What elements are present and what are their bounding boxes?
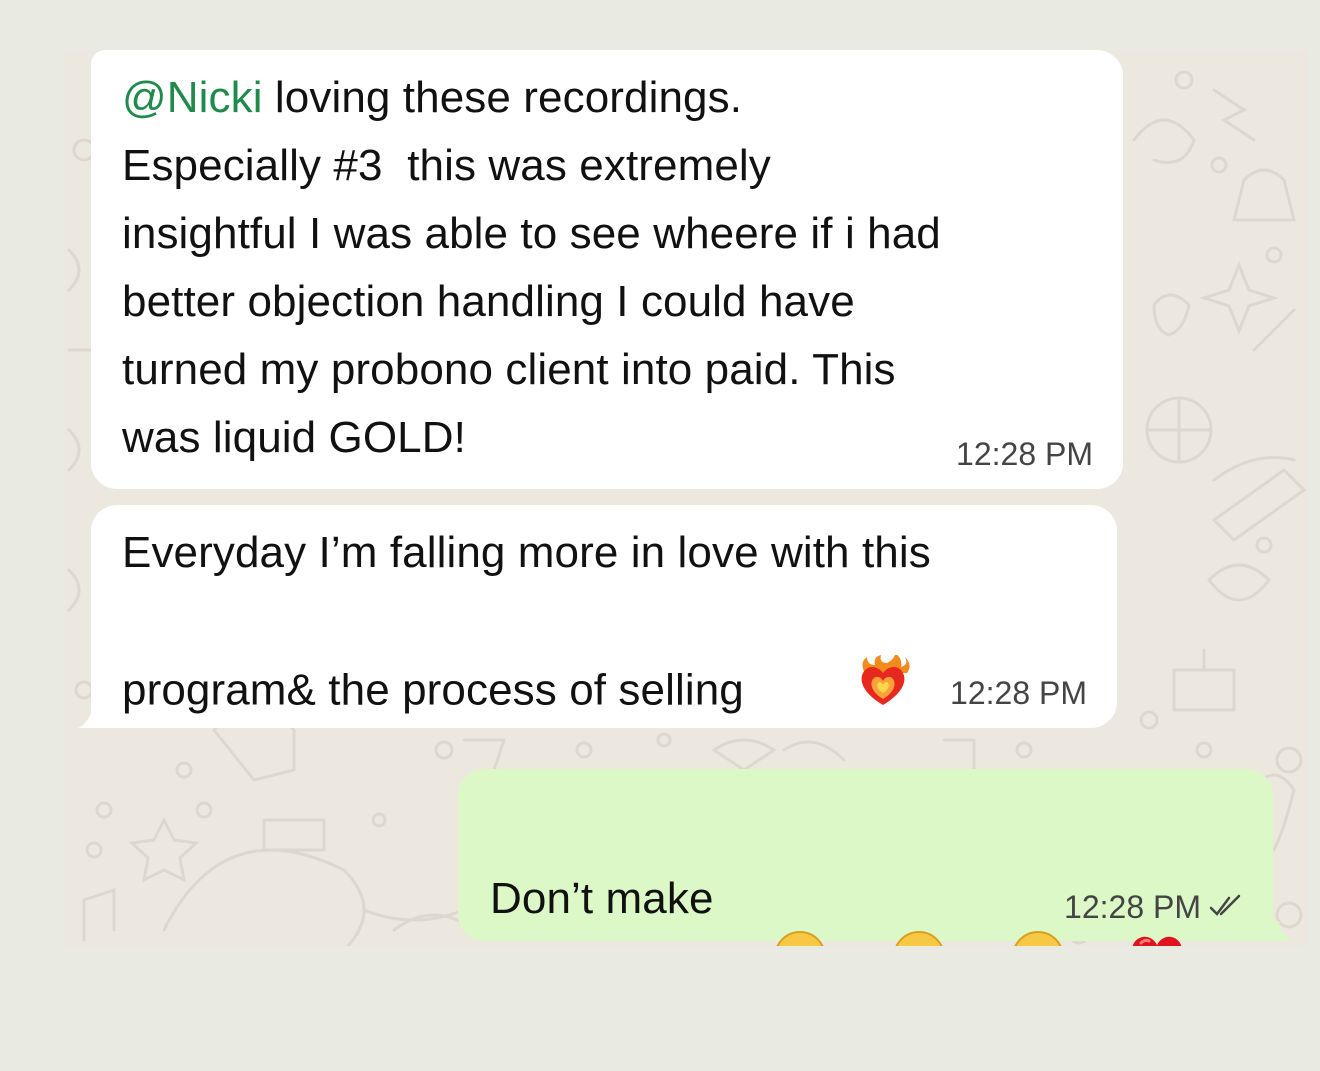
message-1-line-0: loving these recordings. xyxy=(262,73,743,122)
outgoing-message-1[interactable]: Don’t make me cry xyxy=(458,769,1273,946)
pleading-face-icon xyxy=(772,793,885,946)
double-check-icon xyxy=(1209,887,1243,927)
message-1-line-3: better objection handling I could have xyxy=(122,277,855,326)
message-2-meta: 12:28 PM xyxy=(950,673,1087,713)
message-3-meta: 12:28 PM xyxy=(1064,887,1243,927)
incoming-bubble-tail xyxy=(78,708,98,728)
message-1-time: 12:28 PM xyxy=(956,436,1093,472)
outgoing-bubble-tail xyxy=(1273,921,1293,941)
message-2-line-2: program& the process of selling xyxy=(122,665,744,715)
message-1-line-1: Especially #3 this was extremely xyxy=(122,141,771,190)
message-2-text: Everyday I’m falling more in love with t… xyxy=(122,519,1087,799)
message-1-line-4: turned my probono client into paid. This xyxy=(122,345,896,394)
heart-on-fire-icon xyxy=(756,587,911,799)
message-3-time: 12:28 PM xyxy=(1064,889,1201,925)
incoming-message-2[interactable]: Everyday I’m falling more in love with t… xyxy=(91,505,1117,728)
pleading-face-icon xyxy=(891,793,1004,946)
chat-area[interactable]: @Nicki loving these recordings. Especial… xyxy=(64,50,1308,946)
message-3-body: Don’t make me cry xyxy=(490,874,714,946)
message-1-text: @Nicki loving these recordings. Especial… xyxy=(122,64,1093,472)
message-1-line-5: was liquid GOLD! xyxy=(122,413,466,462)
message-2-time: 12:28 PM xyxy=(950,675,1087,711)
incoming-message-1[interactable]: @Nicki loving these recordings. Especial… xyxy=(91,50,1123,489)
message-2-line-1: Everyday I’m falling more in love with t… xyxy=(122,528,931,577)
mention-link[interactable]: @Nicki xyxy=(122,73,263,122)
message-1-line-2: insightful I was able to see wheere if i… xyxy=(122,209,941,258)
message-1-meta: 12:28 PM xyxy=(956,434,1093,474)
